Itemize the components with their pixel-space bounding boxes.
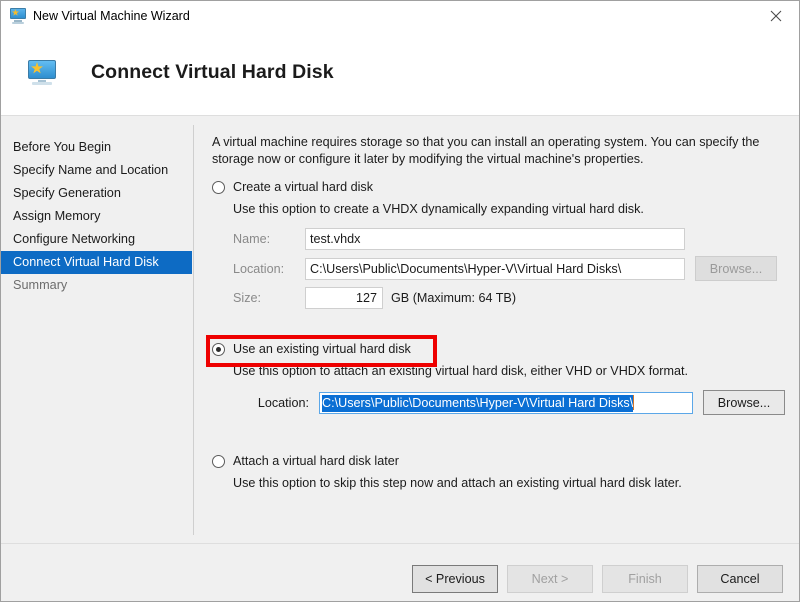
location-field-row: Location: C:\Users\Public\Documents\Hype… xyxy=(233,256,792,281)
existing-location-input[interactable]: C:\Users\Public\Documents\Hyper-V\Virtua… xyxy=(319,391,693,414)
radio-use-existing-virtual-hard-disk[interactable]: Use an existing virtual hard disk xyxy=(212,341,792,357)
selected-path-text: C:\Users\Public\Documents\Hyper-V\Virtua… xyxy=(322,394,634,412)
sidebar-item-specify-generation[interactable]: Specify Generation xyxy=(1,182,193,205)
size-input[interactable]: 127 xyxy=(305,287,383,309)
radio-button-selected-icon xyxy=(212,343,225,356)
location-field-row: Location: C:\Users\Public\Documents\Hype… xyxy=(233,390,792,415)
option-attach-virtual-hard-disk-later: Attach a virtual hard disk later Use thi… xyxy=(212,453,792,490)
location-input[interactable]: C:\Users\Public\Documents\Hyper-V\Virtua… xyxy=(305,257,685,280)
finish-button: Finish xyxy=(602,565,688,593)
option-description: Use this option to attach an existing vi… xyxy=(233,364,688,378)
sidebar-item-before-you-begin[interactable]: Before You Begin xyxy=(1,136,193,159)
title-bar: New Virtual Machine Wizard xyxy=(1,1,799,31)
cancel-button[interactable]: Cancel xyxy=(697,565,783,593)
size-label: Size: xyxy=(233,291,261,305)
sidebar-item-configure-networking[interactable]: Configure Networking xyxy=(1,228,193,251)
virtual-machine-icon xyxy=(27,60,57,86)
option-label: Create a virtual hard disk xyxy=(233,180,373,194)
sidebar-item-summary[interactable]: Summary xyxy=(1,274,193,297)
name-input[interactable]: test.vhdx xyxy=(305,228,685,250)
wizard-footer: < Previous Next > Finish Cancel xyxy=(1,543,799,601)
option-use-existing-virtual-hard-disk: Use an existing virtual hard disk Use th… xyxy=(212,341,792,415)
option-create-virtual-hard-disk: Create a virtual hard disk Use this opti… xyxy=(212,179,792,309)
name-label: Name: xyxy=(233,232,271,246)
size-field-row: Size: 127 GB (Maximum: 64 TB) xyxy=(233,287,792,309)
close-icon[interactable] xyxy=(753,1,799,30)
option-description: Use this option to create a VHDX dynamic… xyxy=(233,202,644,216)
previous-button[interactable]: < Previous xyxy=(412,565,498,593)
size-unit-label: GB (Maximum: 64 TB) xyxy=(391,291,517,305)
option-label: Attach a virtual hard disk later xyxy=(233,454,399,468)
location-label: Location: xyxy=(257,395,309,410)
radio-button-icon xyxy=(212,181,225,194)
browse-button[interactable]: Browse... xyxy=(703,390,785,415)
window-title: New Virtual Machine Wizard xyxy=(33,9,190,23)
radio-attach-virtual-hard-disk-later[interactable]: Attach a virtual hard disk later xyxy=(212,453,792,469)
location-label: Location: xyxy=(233,261,285,276)
next-button: Next > xyxy=(507,565,593,593)
option-description: Use this option to skip this step now an… xyxy=(233,476,682,490)
existing-disk-fields: Location: C:\Users\Public\Documents\Hype… xyxy=(233,390,792,415)
browse-button: Browse... xyxy=(695,256,777,281)
wizard-body: Before You Begin Specify Name and Locati… xyxy=(1,117,799,543)
page-title: Connect Virtual Hard Disk xyxy=(91,61,334,83)
sidebar-item-specify-name-and-location[interactable]: Specify Name and Location xyxy=(1,159,193,182)
name-field-row: Name: test.vhdx xyxy=(233,228,792,250)
create-disk-fields: Name: test.vhdx Location: C:\Users\Publi… xyxy=(233,228,792,309)
wizard-content: A virtual machine requires storage so th… xyxy=(194,117,799,543)
radio-create-virtual-hard-disk[interactable]: Create a virtual hard disk xyxy=(212,179,792,195)
footer-button-group: < Previous Next > Finish Cancel xyxy=(412,565,783,593)
sidebar-item-assign-memory[interactable]: Assign Memory xyxy=(1,205,193,228)
sidebar-item-connect-virtual-hard-disk[interactable]: Connect Virtual Hard Disk xyxy=(1,251,192,274)
radio-button-icon xyxy=(212,455,225,468)
option-label: Use an existing virtual hard disk xyxy=(233,342,411,356)
wizard-steps-sidebar: Before You Begin Specify Name and Locati… xyxy=(1,117,193,543)
virtual-machine-icon xyxy=(10,8,26,24)
new-virtual-machine-wizard-window: New Virtual Machine Wizard Connect Virtu… xyxy=(0,0,800,602)
page-header: Connect Virtual Hard Disk xyxy=(1,31,799,116)
text-cursor xyxy=(633,394,635,410)
intro-text: A virtual machine requires storage so th… xyxy=(212,135,760,166)
